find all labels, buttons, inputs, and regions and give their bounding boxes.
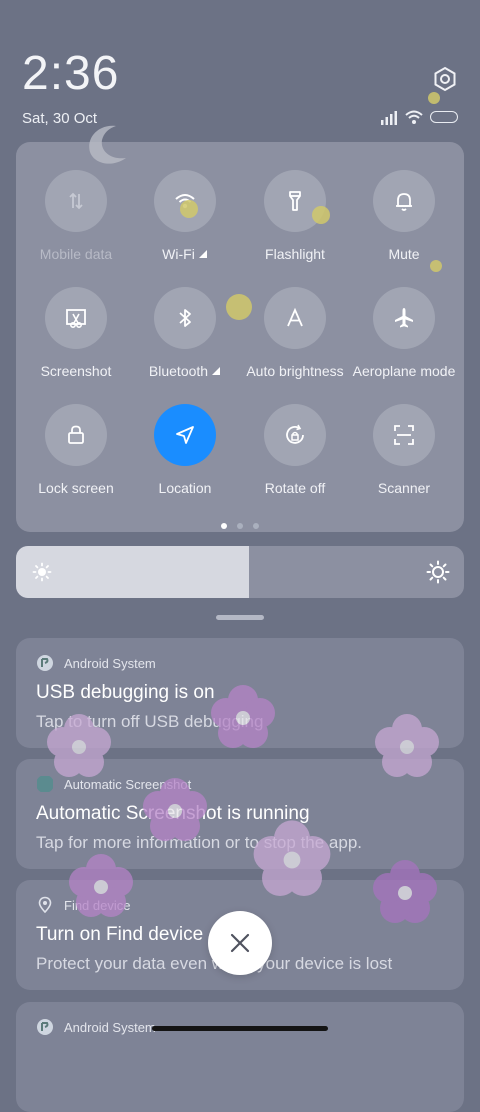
decorative-flower — [143, 778, 207, 841]
flashlight-icon — [289, 191, 301, 211]
decorative-dot — [226, 294, 252, 320]
notification-app-name: Android System — [64, 655, 156, 671]
tile-rotate-off[interactable]: Rotate off — [240, 404, 350, 496]
tile-mute[interactable]: Mute — [349, 170, 459, 262]
notification-app-row: Android System — [36, 654, 156, 672]
tile-label: Mobile data — [21, 246, 131, 262]
tile-label: Lock screen — [21, 480, 131, 496]
tile-location[interactable]: Location — [130, 404, 240, 496]
tile-button[interactable] — [373, 170, 435, 232]
expand-arrow-icon — [195, 246, 208, 262]
tile-label: Flashlight — [240, 246, 350, 262]
android-system-icon — [37, 1019, 53, 1035]
decorative-dot — [430, 260, 442, 272]
tile-label: Location — [130, 480, 240, 496]
notification-app-name: Android System — [64, 1019, 156, 1035]
tile-button[interactable] — [45, 170, 107, 232]
tile-label-text: Flashlight — [265, 246, 325, 262]
notification-title: USB debugging is on — [36, 682, 215, 703]
tile-label: Scanner — [349, 480, 459, 496]
wifi-status-icon — [405, 110, 423, 124]
clock-time: 2:36 — [22, 47, 120, 100]
page-dot — [237, 523, 243, 529]
tile-label-text: Screenshot — [40, 363, 112, 379]
tile-label: Auto brightness — [240, 363, 350, 379]
tile-label: Screenshot — [21, 363, 131, 379]
tile-button[interactable] — [373, 404, 435, 466]
bluetooth-icon — [179, 309, 191, 327]
tile-lock-screen[interactable]: Lock screen — [21, 404, 131, 496]
signal-icon — [381, 111, 397, 125]
decorative-moon — [89, 125, 126, 164]
lock-icon — [68, 425, 84, 444]
tile-label-text: Lock screen — [38, 480, 114, 496]
settings-gear-icon[interactable] — [432, 66, 458, 92]
decorative-dot — [428, 92, 440, 104]
tile-label-text: Mobile data — [39, 246, 113, 262]
airplane-icon — [395, 308, 413, 328]
tile-label: Wi-Fi — [130, 246, 240, 262]
scanner-icon — [394, 425, 414, 445]
tile-screenshot[interactable]: Screenshot — [21, 287, 131, 379]
drag-handle[interactable] — [216, 615, 264, 620]
tile-label: Bluetooth — [130, 363, 240, 379]
decorative-flower — [373, 860, 437, 923]
tile-button[interactable] — [264, 287, 326, 349]
location-icon — [176, 426, 194, 444]
tile-label-text: Rotate off — [264, 480, 326, 496]
home-indicator[interactable] — [152, 1026, 328, 1031]
rotate-lock-icon — [286, 424, 304, 444]
android-system-icon — [37, 655, 53, 671]
notification-card[interactable]: Android System — [16, 1002, 464, 1112]
tile-label: Rotate off — [240, 480, 350, 496]
decorative-dot — [312, 206, 330, 224]
tile-scanner[interactable]: Scanner — [349, 404, 459, 496]
tile-label: Mute — [349, 246, 459, 262]
tile-auto-brightness[interactable]: Auto brightness — [240, 287, 350, 379]
notification-title: Turn on Find device — [36, 924, 204, 945]
bell-icon — [396, 193, 412, 211]
tile-label-text: Mute — [388, 246, 420, 262]
tile-flashlight[interactable]: Flashlight — [240, 170, 350, 262]
tile-button[interactable] — [45, 404, 107, 466]
tile-button[interactable] — [264, 404, 326, 466]
tile-bluetooth[interactable]: Bluetooth — [130, 287, 240, 379]
brightness-slider[interactable] — [16, 546, 464, 598]
tile-mobile-data[interactable]: Mobile data — [21, 170, 131, 262]
decorative-flower — [375, 714, 439, 777]
decorative-flower — [211, 685, 275, 748]
close-icon — [230, 933, 250, 953]
page-indicator — [16, 516, 464, 534]
tile-label-text: Scanner — [377, 480, 431, 496]
brightness-high-icon — [426, 560, 450, 584]
tile-aeroplane-mode[interactable]: Aeroplane mode — [349, 287, 459, 379]
tile-button[interactable] — [373, 287, 435, 349]
tile-label-text: Aeroplane mode — [352, 363, 456, 379]
brightness-low-icon — [32, 562, 52, 582]
decorative-flower — [253, 820, 331, 896]
clear-notifications-button[interactable] — [208, 911, 272, 975]
battery-icon — [430, 111, 458, 123]
tile-label-text: Auto brightness — [246, 363, 344, 379]
screenshot-icon — [66, 309, 86, 328]
tile-label-text: Wi-Fi — [162, 246, 195, 262]
decorative-flower — [69, 854, 133, 917]
mobile-data-icon — [69, 192, 83, 210]
page-dot — [253, 523, 259, 529]
auto-brightness-icon — [287, 307, 303, 327]
decorative-flower — [47, 714, 111, 777]
decorative-dot — [180, 200, 198, 218]
find-device-pin-icon — [38, 896, 52, 914]
tile-label: Aeroplane mode — [349, 363, 459, 379]
tile-label-text: Bluetooth — [148, 363, 209, 379]
tile-label-text: Location — [158, 480, 212, 496]
page-dot — [221, 523, 227, 529]
quick-settings-panel: Mobile data Wi-Fi Flashlight Mute Screenshot… — [16, 142, 464, 532]
tile-button[interactable] — [154, 404, 216, 466]
tile-button[interactable] — [154, 287, 216, 349]
tile-button[interactable] — [45, 287, 107, 349]
notification-app-row: Android System — [36, 1018, 156, 1036]
expand-arrow-icon — [208, 363, 221, 379]
